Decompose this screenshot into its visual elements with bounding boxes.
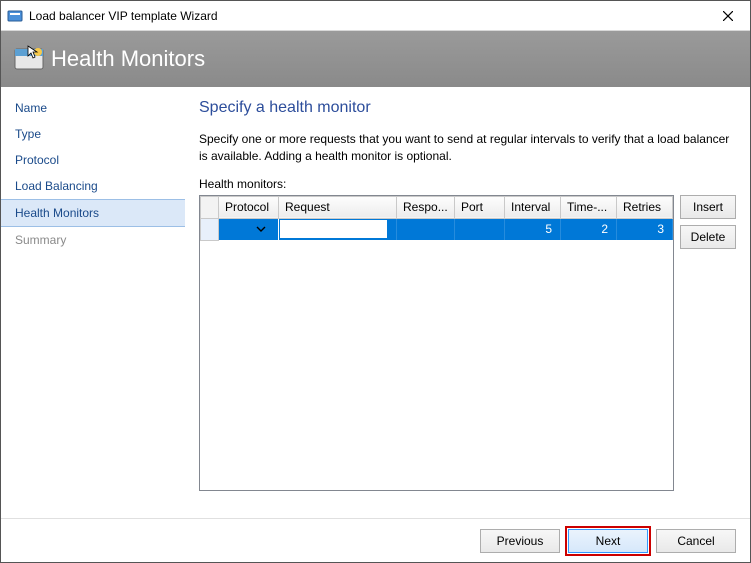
window-title: Load balancer VIP template Wizard bbox=[29, 9, 706, 23]
sidebar-item-name[interactable]: Name bbox=[1, 95, 185, 121]
wizard-body: Name Type Protocol Load Balancing Health… bbox=[1, 87, 750, 518]
col-interval[interactable]: Interval bbox=[505, 196, 561, 218]
sidebar-item-label: Load Balancing bbox=[15, 179, 98, 193]
grid-header-row: Protocol Request Respo... Port Interval … bbox=[201, 196, 673, 218]
sidebar-item-label: Summary bbox=[15, 233, 66, 247]
previous-button[interactable]: Previous bbox=[480, 529, 560, 553]
sidebar-item-label: Type bbox=[15, 127, 41, 141]
next-button[interactable]: Next bbox=[568, 529, 648, 553]
sidebar-item-type[interactable]: Type bbox=[1, 121, 185, 147]
grid-label: Health monitors: bbox=[199, 177, 736, 191]
sidebar: Name Type Protocol Load Balancing Health… bbox=[1, 87, 185, 518]
main-panel: Specify a health monitor Specify one or … bbox=[185, 87, 750, 518]
sidebar-item-label: Health Monitors bbox=[15, 206, 99, 220]
cell-timeout[interactable]: 2 bbox=[561, 218, 617, 240]
banner: Health Monitors bbox=[1, 31, 750, 87]
cell-request[interactable] bbox=[279, 218, 397, 240]
sidebar-item-summary[interactable]: Summary bbox=[1, 227, 185, 253]
sidebar-item-protocol[interactable]: Protocol bbox=[1, 147, 185, 173]
request-input[interactable] bbox=[279, 219, 388, 239]
grid-empty-area bbox=[200, 241, 673, 490]
row-gutter[interactable] bbox=[201, 218, 219, 240]
col-port[interactable]: Port bbox=[455, 196, 505, 218]
titlebar: Load balancer VIP template Wizard bbox=[1, 1, 750, 31]
cell-response[interactable] bbox=[397, 218, 455, 240]
col-protocol[interactable]: Protocol bbox=[219, 196, 279, 218]
table-row[interactable]: 5 2 3 bbox=[201, 218, 673, 240]
sidebar-item-label: Name bbox=[15, 101, 47, 115]
cell-protocol[interactable] bbox=[219, 218, 279, 240]
wizard-window: Load balancer VIP template Wizard Health… bbox=[0, 0, 751, 563]
grid-header-gutter bbox=[201, 196, 219, 218]
grid-row: Protocol Request Respo... Port Interval … bbox=[199, 195, 736, 518]
cell-retries[interactable]: 3 bbox=[617, 218, 673, 240]
sidebar-item-health-monitors[interactable]: Health Monitors bbox=[1, 199, 185, 227]
close-button[interactable] bbox=[706, 1, 750, 31]
footer: Previous Next Cancel bbox=[1, 518, 750, 562]
col-retries[interactable]: Retries bbox=[617, 196, 673, 218]
col-timeout[interactable]: Time-... bbox=[561, 196, 617, 218]
health-monitors-grid[interactable]: Protocol Request Respo... Port Interval … bbox=[199, 195, 674, 491]
banner-title: Health Monitors bbox=[51, 46, 205, 72]
page-heading: Specify a health monitor bbox=[199, 99, 736, 117]
delete-button[interactable]: Delete bbox=[680, 225, 736, 249]
cursor-icon bbox=[27, 45, 41, 59]
chevron-down-icon bbox=[256, 224, 266, 234]
sidebar-item-label: Protocol bbox=[15, 153, 59, 167]
col-response[interactable]: Respo... bbox=[397, 196, 455, 218]
insert-button[interactable]: Insert bbox=[680, 195, 736, 219]
sidebar-item-load-balancing[interactable]: Load Balancing bbox=[1, 173, 185, 199]
grid-buttons: Insert Delete bbox=[680, 195, 736, 249]
page-description: Specify one or more requests that you wa… bbox=[199, 131, 736, 165]
close-icon bbox=[723, 11, 733, 21]
cell-interval[interactable]: 5 bbox=[505, 218, 561, 240]
banner-icon bbox=[13, 43, 45, 75]
col-request[interactable]: Request bbox=[279, 196, 397, 218]
grid-table: Protocol Request Respo... Port Interval … bbox=[200, 196, 673, 241]
app-icon bbox=[7, 8, 23, 24]
cell-port[interactable] bbox=[455, 218, 505, 240]
cancel-button[interactable]: Cancel bbox=[656, 529, 736, 553]
